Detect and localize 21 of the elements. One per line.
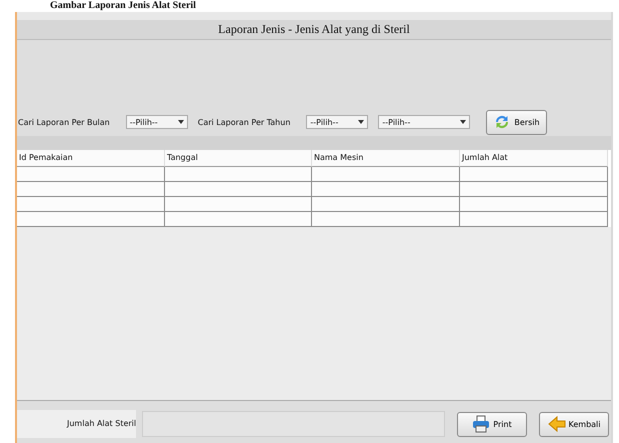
column-header[interactable]: Nama Mesin	[312, 150, 460, 167]
figure-caption: Gambar Laporan Jenis Alat Steril	[49, 0, 197, 12]
back-button[interactable]: Kembali	[539, 412, 609, 436]
dropdown[interactable]: --Pilih--	[306, 115, 368, 129]
total-label: Jumlah Alat Steril	[17, 410, 136, 438]
total-field[interactable]	[142, 411, 445, 437]
window-title: Laporan Jenis - Jenis Alat yang di Steril	[218, 22, 410, 37]
dropdown[interactable]: --Pilih--	[126, 115, 188, 129]
clear-button[interactable]: Bersih	[486, 110, 547, 134]
caret-icon	[178, 120, 184, 124]
column-header[interactable]: Jumlah Alat	[460, 150, 608, 167]
filter-label: Cari Laporan Per Bulan	[18, 118, 110, 126]
printer-icon	[472, 415, 490, 433]
arrow-left-icon	[548, 415, 566, 433]
caret-icon	[460, 120, 466, 124]
column-header[interactable]: Tanggal	[165, 150, 312, 167]
print-button[interactable]: Print	[457, 412, 527, 436]
caret-icon	[358, 120, 364, 124]
column-header[interactable]: Id Pemakaian	[17, 150, 165, 167]
dropdown[interactable]: --Pilih--	[378, 115, 470, 129]
filter-label: Cari Laporan Per Tahun	[198, 118, 290, 126]
